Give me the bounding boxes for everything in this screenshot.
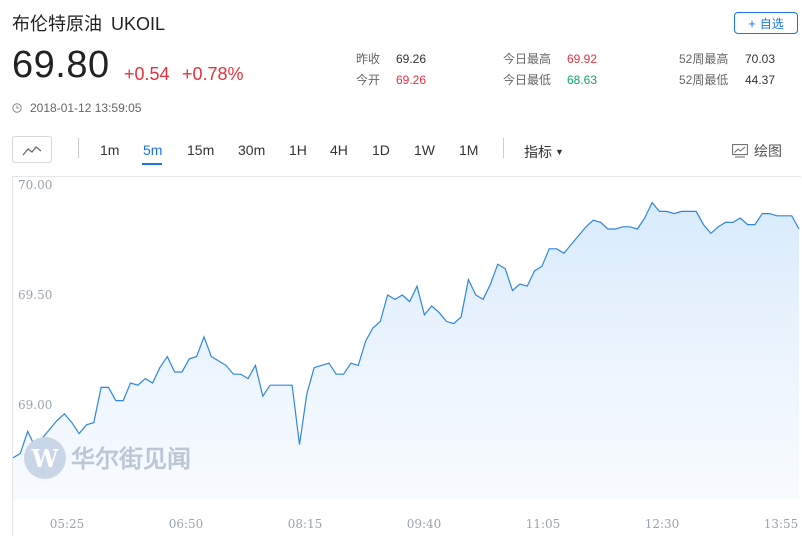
line-chart-icon bbox=[22, 145, 42, 155]
clock-icon bbox=[12, 103, 22, 113]
add-watchlist-button[interactable]: + 自选 bbox=[734, 12, 798, 34]
timeframe-1w[interactable]: 1W bbox=[414, 142, 435, 158]
instrument-name: 布伦特原油 bbox=[12, 14, 102, 34]
stat-day-high: 今日最高 69.92 bbox=[503, 52, 598, 66]
watchlist-label: 自选 bbox=[759, 16, 784, 31]
instrument-title: 布伦特原油 UKOIL bbox=[12, 10, 165, 36]
svg-text:W: W bbox=[31, 444, 60, 473]
active-timeframe-underline bbox=[142, 163, 162, 165]
timeframe-1mo[interactable]: 1M bbox=[459, 142, 478, 158]
stat-day-low: 今日最低 68.63 bbox=[503, 73, 598, 87]
timeframe-15m[interactable]: 15m bbox=[187, 142, 214, 158]
y-axis-label: 69.50 bbox=[18, 288, 52, 302]
x-axis-label: 11:05 bbox=[526, 517, 561, 531]
price-change: +0.54 bbox=[124, 64, 170, 84]
x-axis-label: 08:15 bbox=[288, 517, 323, 531]
x-axis-label: 09:40 bbox=[407, 517, 442, 531]
stat-52w-low: 52周最低 44.37 bbox=[679, 73, 776, 87]
toolbar-divider bbox=[503, 138, 504, 158]
draw-button[interactable]: 绘图 bbox=[732, 141, 782, 161]
timeframe-1h[interactable]: 1H bbox=[289, 142, 307, 158]
chart-area[interactable]: 70.00 69.50 69.00 05:25 06:50 08:15 09:40 11:0… bbox=[12, 176, 801, 536]
caret-down-icon: ▼ bbox=[555, 147, 564, 157]
instrument-code: UKOIL bbox=[111, 14, 166, 34]
x-axis-label: 13:55 bbox=[764, 517, 799, 531]
price-chart[interactable]: 70.00 69.50 69.00 05:25 06:50 08:15 09:40 11:0… bbox=[13, 177, 802, 537]
x-axis-label: 12:30 bbox=[645, 517, 680, 531]
timestamp: 2018-01-12 13:59:05 bbox=[12, 101, 141, 115]
stat-open: 今开 69.26 bbox=[356, 73, 427, 87]
plus-icon: + bbox=[748, 15, 756, 31]
y-axis-label: 69.00 bbox=[18, 398, 52, 412]
x-axis-label: 05:25 bbox=[50, 517, 85, 531]
draw-label: 绘图 bbox=[754, 143, 782, 159]
indicator-label: 指标 bbox=[524, 144, 552, 160]
stat-prev-close: 昨收 69.26 bbox=[356, 52, 427, 66]
stat-52w-high: 52周最高 70.03 bbox=[679, 52, 776, 66]
timestamp-text: 2018-01-12 13:59:05 bbox=[30, 101, 142, 115]
price-change-percent: +0.78% bbox=[182, 64, 244, 84]
timeframe-1d[interactable]: 1D bbox=[372, 142, 390, 158]
timeframe-5m[interactable]: 5m bbox=[143, 142, 162, 158]
timeframe-4h[interactable]: 4H bbox=[330, 142, 348, 158]
toolbar-divider bbox=[78, 138, 79, 158]
y-axis-label: 70.00 bbox=[18, 178, 52, 192]
timeframe-1m[interactable]: 1m bbox=[100, 142, 119, 158]
timeframe-30m[interactable]: 30m bbox=[238, 142, 265, 158]
watermark: W 华尔街见闻 bbox=[24, 437, 191, 479]
chart-type-button[interactable] bbox=[12, 136, 52, 163]
last-price: 69.80 bbox=[12, 44, 110, 86]
draw-icon bbox=[732, 144, 748, 158]
x-axis-label: 06:50 bbox=[169, 517, 204, 531]
indicator-dropdown[interactable]: 指标 ▼ bbox=[524, 142, 564, 162]
watermark-text: 华尔街见闻 bbox=[71, 444, 191, 473]
